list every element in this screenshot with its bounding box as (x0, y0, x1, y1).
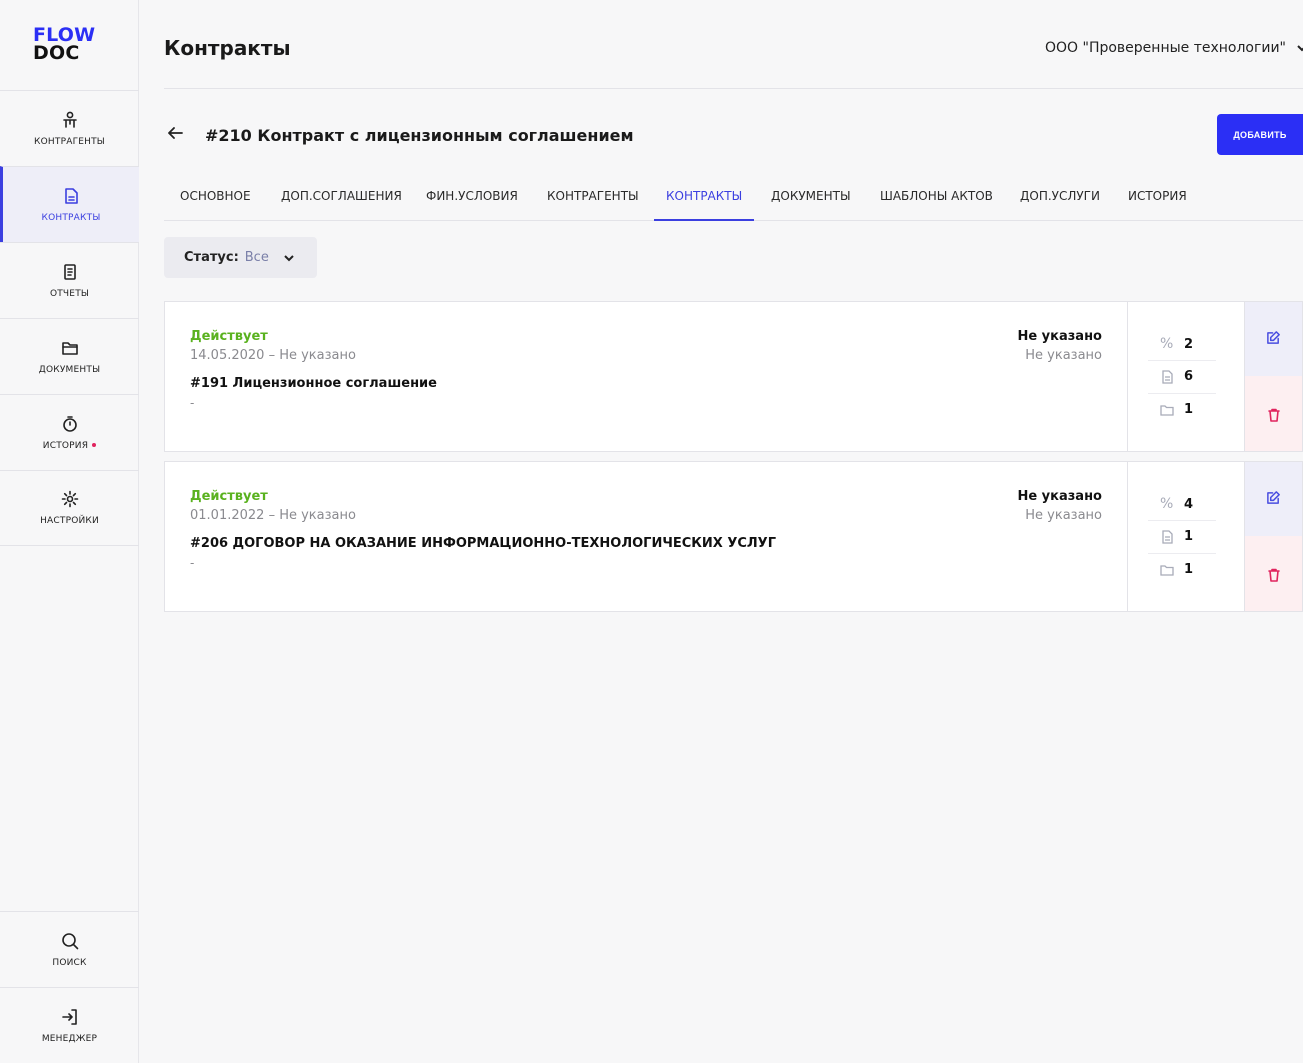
sidebar-item-reports[interactable]: ОТЧЕТЫ (0, 242, 139, 318)
stat-divider (1148, 520, 1216, 521)
delete-button[interactable] (1244, 376, 1302, 451)
sidebar-item-label: ПОИСК (52, 957, 87, 968)
gear-icon (61, 490, 78, 508)
contract-amount: Не указано (1017, 329, 1102, 344)
contract-card[interactable]: Действует 01.01.2022 – Не указано #206 Д… (164, 461, 1303, 612)
trash-icon (1267, 568, 1280, 582)
person-icon (62, 111, 77, 128)
login-icon (61, 1008, 77, 1025)
sidebar-item-history[interactable]: ИСТОРИЯ (0, 394, 139, 470)
contract-dates: 01.01.2022 – Не указано (190, 508, 356, 523)
search-icon (61, 932, 78, 949)
document-icon (65, 187, 78, 204)
contract-dates: 14.05.2020 – Не указано (190, 348, 356, 363)
back-button[interactable] (166, 124, 186, 144)
contract-title: #210 Контракт с лицензионным соглашением (205, 126, 634, 145)
sidebar-item-settings[interactable]: НАСТРОЙКИ (0, 470, 139, 546)
trash-icon (1267, 408, 1280, 422)
sidebar-item-search[interactable]: ПОИСК (0, 911, 139, 987)
contract-stats: % 4 1 1 (1127, 462, 1244, 611)
tab-documents[interactable]: ДОКУМЕНТЫ (771, 172, 851, 220)
tab-additional-services[interactable]: ДОП.УСЛУГИ (1020, 172, 1100, 220)
stat-percent: % 2 (1160, 336, 1194, 352)
contract-status: Действует (190, 489, 268, 504)
file-icon (1162, 529, 1173, 544)
contract-amount-sub: Не указано (1025, 508, 1102, 523)
logo-line2: DOC (33, 42, 80, 64)
sidebar-item-label: ОТЧЕТЫ (49, 288, 90, 299)
tab-counterparties[interactable]: КОНТРАГЕНТЫ (547, 172, 639, 220)
sidebar-item-label: НАСТРОЙКИ (40, 516, 99, 526)
stat-divider (1148, 553, 1216, 554)
edit-icon (1267, 331, 1280, 344)
stat-folders: 1 (1160, 402, 1215, 417)
delete-button[interactable] (1244, 536, 1302, 611)
folder-icon (61, 341, 78, 355)
contract-card[interactable]: Действует 14.05.2020 – Не указано #191 Л… (164, 301, 1303, 452)
contract-status: Действует (190, 329, 268, 344)
sidebar-item-label: ИСТОРИЯ (43, 441, 97, 451)
percent-icon: % (1160, 336, 1174, 352)
organization-name: ООО "Проверенные технологии" (1045, 40, 1286, 56)
file-icon (1162, 369, 1173, 384)
edit-icon (1267, 491, 1280, 504)
sidebar-item-manager[interactable]: МЕНЕДЖЕР (0, 987, 139, 1063)
sidebar-item-contracts[interactable]: КОНТРАКТЫ (0, 166, 139, 242)
folder-icon (1160, 404, 1174, 416)
tab-additional-agreements[interactable]: ДОП.СОГЛАШЕНИЯ (281, 172, 402, 220)
folder-icon (1160, 564, 1174, 576)
timer-icon (62, 415, 77, 432)
status-filter-label: Статус: (184, 250, 239, 265)
tab-contracts[interactable]: КОНТРАКТЫ (653, 172, 755, 221)
status-filter[interactable]: Статус: Все (164, 237, 317, 278)
contract-amount: Не указано (1017, 489, 1102, 504)
contract-stats: % 2 6 1 (1127, 302, 1244, 451)
edit-button[interactable] (1244, 462, 1302, 536)
arrow-left-icon (168, 127, 183, 139)
stat-percent: % 4 (1160, 496, 1194, 512)
contract-name[interactable]: #191 Лицензионное соглашение (190, 376, 437, 391)
sidebar-item-counterparties[interactable]: КОНТРАГЕНТЫ (0, 90, 139, 166)
sidebar-item-label: КОНТРАГЕНТЫ (34, 136, 105, 147)
chevron-down-icon (1297, 45, 1303, 52)
tab-bar: ОСНОВНОЕ ДОП.СОГЛАШЕНИЯ ФИН.УСЛОВИЯ КОНТ… (164, 172, 1303, 221)
report-icon (63, 263, 76, 280)
sidebar-item-label: КОНТРАКТЫ (41, 212, 101, 223)
chevron-down-icon (284, 254, 294, 261)
sidebar-item-documents[interactable]: ДОКУМЕНТЫ (0, 318, 139, 394)
stat-docs: 6 (1160, 369, 1215, 384)
tab-main[interactable]: ОСНОВНОЕ (180, 172, 251, 220)
sidebar-item-label: ДОКУМЕНТЫ (38, 364, 101, 375)
sidebar: FLOW DOC КОНТРАГЕНТЫ КОНТРАКТЫ ОТЧЕТЫ ДО… (0, 0, 139, 1063)
logo[interactable]: FLOW DOC (33, 26, 95, 64)
notification-dot (92, 443, 97, 447)
stat-docs: 1 (1160, 529, 1215, 544)
page-title: Контракты (164, 36, 291, 60)
tab-act-templates[interactable]: ШАБЛОНЫ АКТОВ (880, 172, 993, 220)
header-divider (164, 88, 1303, 89)
organization-select[interactable]: ООО "Проверенные технологии" (1045, 40, 1303, 56)
contract-note: - (190, 556, 195, 570)
add-button[interactable]: ДОБАВИТЬ (1217, 114, 1303, 155)
percent-icon: % (1160, 496, 1174, 512)
status-filter-value: Все (244, 250, 269, 265)
sidebar-item-label: МЕНЕДЖЕР (41, 1033, 98, 1044)
edit-button[interactable] (1244, 302, 1302, 376)
contract-amount-sub: Не указано (1025, 348, 1102, 363)
contract-name[interactable]: #206 ДОГОВОР НА ОКАЗАНИЕ ИНФОРМАЦИОННО-Т… (190, 536, 776, 551)
contract-note: - (190, 396, 195, 410)
tab-financial-terms[interactable]: ФИН.УСЛОВИЯ (426, 172, 518, 220)
stat-divider (1148, 393, 1216, 394)
stat-folders: 1 (1160, 562, 1215, 577)
tab-history[interactable]: ИСТОРИЯ (1128, 172, 1187, 220)
stat-divider (1148, 360, 1216, 361)
